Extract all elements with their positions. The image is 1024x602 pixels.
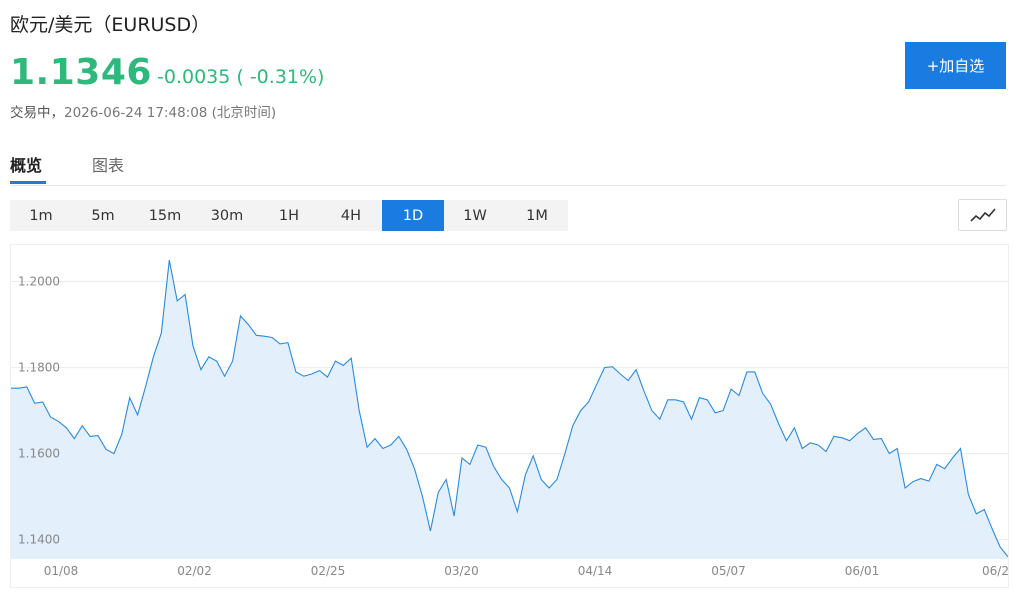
page-title: 欧元/美元（EURUSD） (10, 14, 211, 36)
x-tick-label: 02/02 (177, 564, 212, 578)
timestamp: 2026-06-24 17:48:08 (北京时间) (64, 105, 277, 121)
period-1h[interactable]: 1H (258, 200, 320, 231)
period-30m[interactable]: 30m (196, 200, 258, 231)
tab-chart[interactable]: 图表 (92, 152, 124, 176)
tab-bar: 概览 图表 (10, 148, 1006, 186)
active-tab-indicator (10, 181, 46, 184)
y-tick-label: 1.1400 (18, 533, 60, 547)
price-chart-svg: 1.2000 1.1800 1.1600 1.1400 01/08 02/02 02/25 0… (11, 259, 1009, 578)
period-selector: 1m 5m 15m 30m 1H 4H 1D 1W 1M (10, 200, 568, 231)
x-tick-label: 01/08 (44, 564, 79, 578)
period-5m[interactable]: 5m (72, 200, 134, 231)
x-tick-label: 06/01 (845, 564, 880, 578)
price-change: -0.0035 ( -0.31%) (157, 66, 325, 88)
period-1w[interactable]: 1W (444, 200, 506, 231)
y-tick-label: 1.1600 (18, 447, 60, 461)
chart-type-button[interactable] (958, 199, 1007, 231)
period-15m[interactable]: 15m (134, 200, 196, 231)
status-label: 交易中， (10, 105, 64, 121)
y-tick-label: 1.2000 (18, 275, 60, 289)
line-chart-icon (969, 208, 996, 222)
period-1mo[interactable]: 1M (506, 200, 568, 231)
price-chart: 1.2000 1.1800 1.1600 1.1400 01/08 02/02 02/25 0… (10, 244, 1009, 588)
x-tick-label: 03/20 (444, 564, 479, 578)
current-price: 1.1346 (10, 52, 152, 93)
tab-overview[interactable]: 概览 (10, 152, 42, 176)
period-1m[interactable]: 1m (10, 200, 72, 231)
add-to-watchlist-button[interactable]: +加自选 (905, 42, 1006, 89)
x-tick-label: 04/14 (578, 564, 613, 578)
price-area (11, 260, 1008, 559)
y-tick-label: 1.1800 (18, 361, 60, 375)
trading-status: 交易中，2026-06-24 17:48:08 (北京时间) (10, 101, 276, 121)
x-tick-label: 02/25 (311, 564, 346, 578)
period-1d[interactable]: 1D (382, 200, 444, 231)
x-tick-label: 05/07 (711, 564, 746, 578)
x-tick-label: 06/2 (982, 564, 1008, 578)
period-4h[interactable]: 4H (320, 200, 382, 231)
